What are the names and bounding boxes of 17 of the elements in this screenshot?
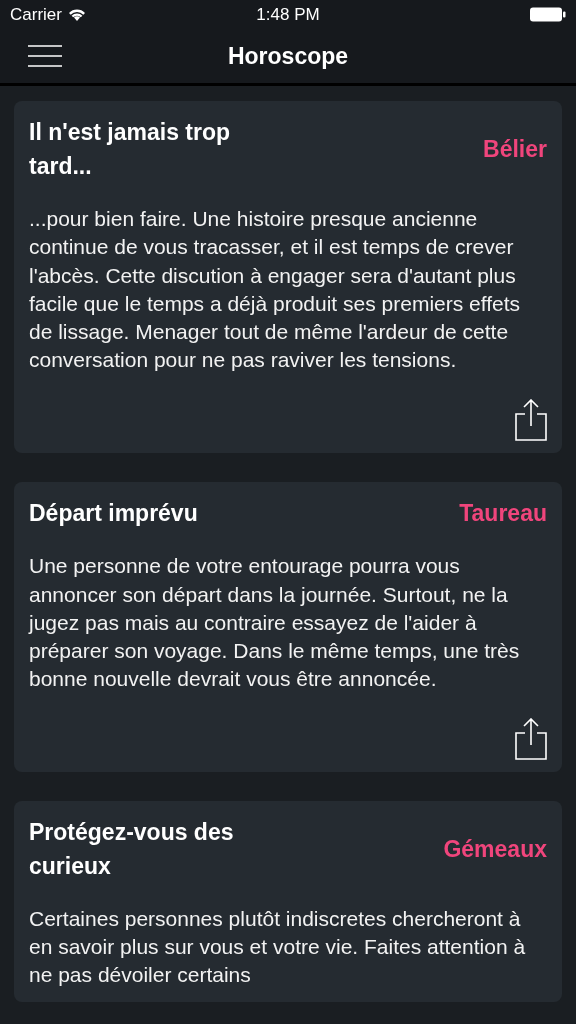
card-text: ...pour bien faire. Une histoire presque ancienne continue de vous tracasser, et il est temps de crever l'abcès. Cette discution à engager sera d'autant plus facile que le temps a déjà produit ses premiers effets de lissage. Menager tout de même l'ardeur de cette conversation pour ne pas raviver les tensions.: [29, 206, 522, 374]
wifi-icon: [67, 8, 86, 21]
zodiac-sign: Gémeaux: [443, 834, 547, 864]
share-icon[interactable]: [515, 398, 547, 441]
battery-icon: [530, 7, 566, 22]
carrier-label: Carrier: [10, 3, 62, 26]
card-text: Une personne de votre entourage pourra vous annoncer son départ dans la journée. Surtout, ne la jugez pas mais au contraire essayez de l'aider à préparer son voyage. Dans le même temps, une très bonne nouvelle devrait vous être annoncée.: [29, 553, 521, 693]
status-time: 1:48 PM: [256, 3, 320, 26]
card-text: Certaines personnes plutôt indiscretes chercheront à en savoir plus sur vous et votre vie. Faites attention à ne pas dévoiler certains: [29, 905, 527, 989]
card-title: Protégez-vous des curieux: [29, 817, 235, 881]
zodiac-sign: Bélier: [483, 134, 547, 164]
card-title: Il n'est jamais trop tard...: [29, 118, 232, 181]
card-title: Départ imprévu: [29, 499, 198, 529]
zodiac-sign: Taureau: [459, 498, 547, 528]
menu-button[interactable]: [28, 45, 62, 67]
nav-title: Horoscope: [227, 41, 349, 71]
share-icon[interactable]: [515, 717, 547, 760]
